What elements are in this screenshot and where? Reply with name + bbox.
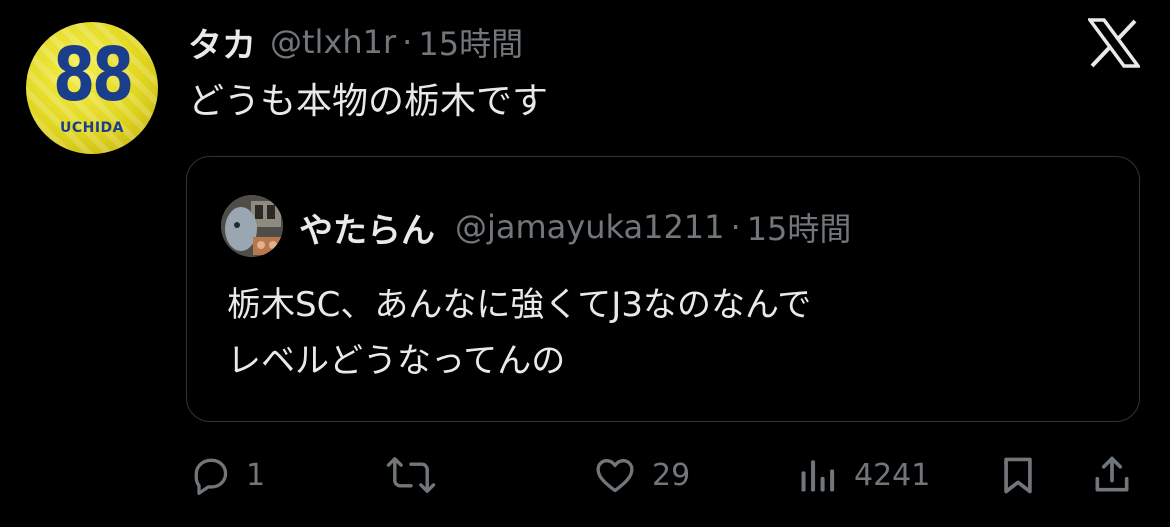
quote-display-name[interactable]: やたらん bbox=[299, 203, 435, 252]
avatar-name: UCHIDA bbox=[59, 120, 125, 136]
bookmark-icon bbox=[1004, 457, 1032, 494]
quote-text: 栃木SC、あんなに強くてJ3なのなんで レベルどうなってんの bbox=[227, 277, 811, 389]
action-bar: 1 29 4241 bbox=[0, 440, 1170, 510]
quote-text-line: レベルどうなってんの bbox=[227, 341, 566, 381]
timestamp[interactable]: 15時間 bbox=[418, 19, 523, 65]
display-name[interactable]: タカ bbox=[188, 18, 256, 67]
quote-handle[interactable]: @jamayuka1211 bbox=[455, 208, 725, 246]
repost-icon bbox=[386, 457, 436, 493]
reply-button[interactable]: 1 bbox=[188, 440, 265, 510]
bookmark-button[interactable] bbox=[996, 440, 1040, 510]
x-logo-icon[interactable] bbox=[1086, 18, 1142, 68]
views-button[interactable]: 4241 bbox=[796, 440, 930, 510]
separator-dot: · bbox=[402, 23, 413, 61]
views-icon bbox=[801, 460, 835, 492]
handle[interactable]: @tlxh1r bbox=[270, 23, 396, 61]
reply-icon bbox=[194, 458, 228, 495]
like-count: 29 bbox=[652, 457, 691, 493]
repost-button[interactable] bbox=[384, 440, 452, 510]
quoted-tweet[interactable]: やたらん @jamayuka1211 · 15時間 栃木SC、あんなに強くてJ3… bbox=[186, 156, 1140, 422]
heart-icon bbox=[596, 459, 634, 493]
quote-header: やたらん @jamayuka1211 · 15時間 bbox=[299, 201, 851, 253]
tweet-text: どうも本物の栃木です bbox=[188, 81, 549, 122]
share-button[interactable] bbox=[1090, 440, 1134, 510]
share-icon bbox=[1095, 456, 1129, 492]
quote-separator-dot: · bbox=[730, 208, 741, 246]
views-count: 4241 bbox=[854, 457, 931, 493]
avatar-number: 88 bbox=[53, 32, 134, 118]
avatar[interactable]: 88 UCHIDA bbox=[26, 22, 158, 154]
like-button[interactable]: 29 bbox=[592, 440, 690, 510]
tweet-header: タカ @tlxh1r · 15時間 bbox=[188, 18, 523, 66]
reply-count: 1 bbox=[246, 457, 266, 493]
quote-avatar[interactable] bbox=[221, 195, 283, 257]
quote-text-line: 栃木SC、あんなに強くてJ3なのなんで bbox=[227, 285, 812, 325]
quote-timestamp[interactable]: 15時間 bbox=[747, 204, 852, 250]
